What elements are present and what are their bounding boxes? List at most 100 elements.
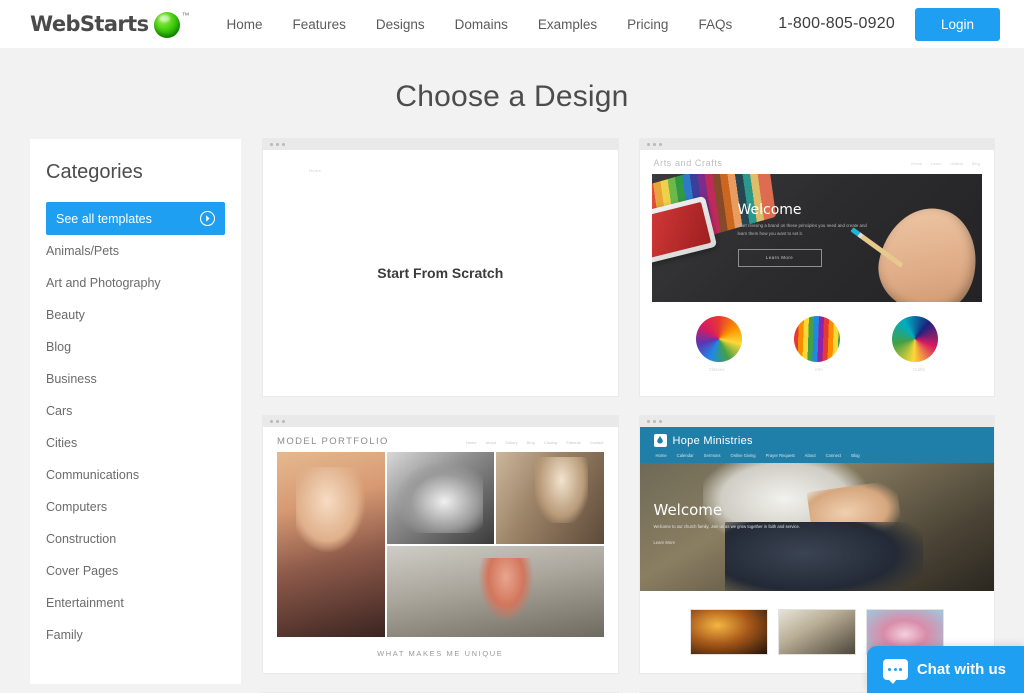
preview-nav-item: Online Giving bbox=[730, 453, 756, 458]
template-preview-arts-and-crafts: Arts and Crafts Home Learn Gallery Blog … bbox=[639, 150, 995, 396]
preview-hero-button: Learn More bbox=[737, 248, 822, 267]
nav-item-pricing[interactable]: Pricing bbox=[612, 11, 683, 38]
preview-brand: Hope Ministries bbox=[653, 434, 981, 447]
main-navigation: Home Features Designs Domains Examples P… bbox=[212, 11, 748, 38]
nav-item-designs[interactable]: Designs bbox=[361, 11, 440, 38]
circle-caption: Crafts bbox=[913, 367, 925, 372]
sidebar-item-blog[interactable]: Blog bbox=[30, 331, 241, 363]
sidebar-item-cities[interactable]: Cities bbox=[30, 427, 241, 459]
browser-chrome-bar bbox=[639, 139, 994, 150]
chrome-dot-icon bbox=[276, 143, 279, 146]
chrome-dot-icon bbox=[658, 143, 662, 146]
content-area: Categories See all templates Animals/Pet… bbox=[0, 139, 1024, 693]
sidebar-item-family[interactable]: Family bbox=[30, 619, 241, 651]
preview-nav-item: Blog bbox=[851, 453, 860, 458]
template-card-model-portfolio[interactable]: MODEL PORTFOLIO Home About Gallery Blog … bbox=[263, 416, 618, 673]
preview-nav-item: Calendar bbox=[676, 453, 694, 458]
hand-icon bbox=[871, 200, 982, 302]
preview-hero-body: Welcome to our church family. Join us as… bbox=[653, 524, 800, 529]
chrome-dot-icon bbox=[646, 143, 650, 146]
nav-item-examples[interactable]: Examples bbox=[523, 11, 612, 38]
preview-circle-gallery bbox=[640, 302, 995, 362]
praying-hands-icon bbox=[806, 480, 904, 549]
sidebar-item-animals-pets[interactable]: Animals/Pets bbox=[30, 235, 241, 267]
template-grid: Home Start From Scratch Arts and Crafts … bbox=[263, 139, 994, 693]
preview-site-title: Hope Ministries bbox=[672, 434, 753, 447]
template-preview-blank: Home Start From Scratch bbox=[263, 150, 618, 396]
circle-caption: Classes bbox=[708, 367, 725, 372]
sidebar-item-business[interactable]: Business bbox=[30, 363, 241, 395]
template-preview-hope-ministries: Hope Ministries Home Calendar Sermons On… bbox=[639, 427, 994, 673]
preview-nav-hint: Home bbox=[309, 168, 322, 173]
sidebar-item-entertainment[interactable]: Entertainment bbox=[30, 587, 241, 619]
template-card-arts-and-crafts[interactable]: Arts and Crafts Home Learn Gallery Blog … bbox=[639, 139, 995, 396]
chevron-right-circle-icon bbox=[200, 211, 215, 226]
sidebar-item-computers[interactable]: Computers bbox=[30, 491, 241, 523]
portfolio-photo bbox=[277, 452, 385, 637]
preview-hero-text: Welcome Start revising a brand on these … bbox=[737, 202, 878, 267]
site-header: WebStarts ™ Home Features Designs Domain… bbox=[0, 0, 1024, 48]
preview-nav-item: Home bbox=[465, 440, 477, 445]
sidebar-item-cover-pages[interactable]: Cover Pages bbox=[30, 555, 241, 587]
template-preview-model-portfolio: MODEL PORTFOLIO Home About Gallery Blog … bbox=[263, 427, 618, 673]
sidebar-item-beauty[interactable]: Beauty bbox=[30, 299, 241, 331]
preview-nav-item: Casting bbox=[543, 440, 558, 445]
nav-item-features[interactable]: Features bbox=[278, 11, 361, 38]
nav-item-home[interactable]: Home bbox=[212, 11, 278, 38]
chrome-dot-icon bbox=[646, 420, 650, 423]
start-from-scratch-label: Start From Scratch bbox=[377, 265, 504, 281]
template-card-start-from-scratch[interactable]: Home Start From Scratch bbox=[263, 139, 618, 396]
preview-nav-item: Home bbox=[655, 453, 667, 458]
chrome-dot-icon bbox=[652, 143, 656, 146]
brand-logo[interactable]: WebStarts ™ bbox=[30, 9, 190, 39]
portfolio-photo bbox=[496, 452, 604, 544]
sidebar-title: Categories bbox=[46, 161, 143, 183]
chat-bubble-icon bbox=[882, 659, 908, 684]
preview-nav: Home Calendar Sermons Online Giving Pray… bbox=[654, 447, 981, 463]
nav-item-faqs[interactable]: FAQs bbox=[683, 11, 747, 38]
preview-thumbnail bbox=[777, 609, 856, 655]
preview-site-title: MODEL PORTFOLIO bbox=[277, 436, 389, 447]
preview-thumbnail bbox=[689, 609, 768, 655]
chat-with-us-widget[interactable]: Chat with us bbox=[866, 646, 1024, 693]
preview-nav-item: Prayer Request bbox=[765, 453, 795, 458]
gallery-circle-icon bbox=[695, 316, 742, 362]
preview-header: Arts and Crafts Home Learn Gallery Blog bbox=[640, 150, 995, 174]
chrome-dot-icon bbox=[282, 420, 285, 423]
preview-hero-text: Welcome Welcome to our church family. Jo… bbox=[654, 501, 804, 545]
sidebar-item-art-and-photography[interactable]: Art and Photography bbox=[30, 267, 241, 299]
tablet-icon bbox=[651, 195, 717, 265]
sidebar-item-communications[interactable]: Communications bbox=[30, 459, 241, 491]
portfolio-photo bbox=[386, 545, 604, 637]
preview-nav-item: Sermons bbox=[703, 453, 721, 458]
brand-orb-icon bbox=[153, 12, 180, 38]
browser-chrome-bar bbox=[263, 416, 618, 427]
preview-hero-image: Welcome Welcome to our church family. Jo… bbox=[639, 463, 994, 591]
circle-caption: Arts bbox=[814, 367, 823, 372]
brand-name: WebStarts bbox=[30, 12, 149, 36]
chrome-dot-icon bbox=[652, 420, 656, 423]
login-button[interactable]: Login bbox=[914, 7, 1000, 41]
preview-nav-item: Connect bbox=[825, 453, 842, 458]
preview-nav-item: About bbox=[804, 453, 816, 458]
trademark-symbol: ™ bbox=[181, 11, 190, 20]
page-title: Choose a Design bbox=[395, 80, 629, 113]
gallery-circle-icon bbox=[891, 316, 938, 362]
preview-photo-grid bbox=[277, 452, 604, 637]
preview-header: MODEL PORTFOLIO Home About Gallery Blog … bbox=[263, 427, 618, 452]
support-phone-number[interactable]: 1-800-805-0920 bbox=[778, 15, 895, 33]
chrome-dot-icon bbox=[270, 420, 273, 423]
preview-nav-item: Blog bbox=[526, 440, 535, 445]
sidebar-item-construction[interactable]: Construction bbox=[30, 523, 241, 555]
preview-nav-item: Gallery bbox=[950, 160, 963, 166]
preview-nav-item: Home bbox=[911, 160, 923, 166]
sidebar-item-see-all-templates[interactable]: See all templates bbox=[46, 202, 225, 235]
category-list: See all templates Animals/Pets Art and P… bbox=[30, 202, 241, 651]
sidebar-item-cars[interactable]: Cars bbox=[30, 395, 241, 427]
preview-hero-body: Start revising a brand on these principl… bbox=[737, 223, 867, 237]
template-card-hope-ministries[interactable]: Hope Ministries Home Calendar Sermons On… bbox=[639, 416, 994, 673]
browser-chrome-bar bbox=[263, 139, 618, 150]
preview-nav-item: About bbox=[485, 440, 496, 445]
nav-item-domains[interactable]: Domains bbox=[440, 11, 523, 38]
header-right-group: 1-800-805-0920 Login bbox=[778, 7, 1000, 41]
